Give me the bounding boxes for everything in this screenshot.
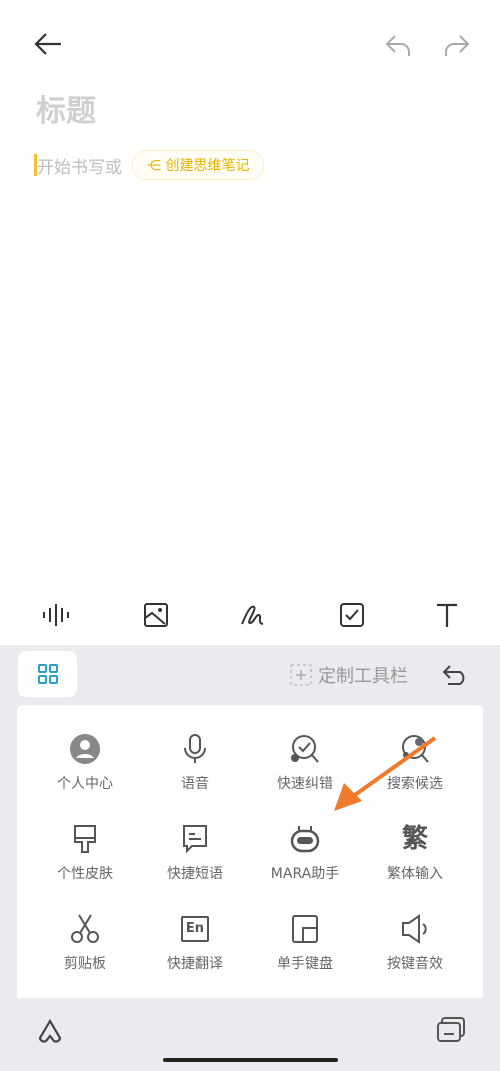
brand-logo-icon <box>38 1018 62 1043</box>
redo-button[interactable] <box>442 34 470 58</box>
keyboard-switch-icon <box>437 1017 465 1042</box>
toolbox-item-label: 个人中心 <box>57 776 113 792</box>
toolbox-item[interactable]: 个人中心 <box>30 733 140 793</box>
home-indicator[interactable] <box>163 1058 338 1062</box>
user-icon <box>70 734 100 764</box>
keyboard-back-button[interactable] <box>442 664 470 686</box>
undo-button[interactable] <box>385 34 413 58</box>
annotation-arrow <box>334 736 437 811</box>
toolbox-item-label: 语音 <box>181 776 209 792</box>
return-icon <box>442 665 465 685</box>
undo-icon <box>385 35 410 56</box>
text-format-icon <box>437 603 457 627</box>
key-sound-icon <box>402 914 427 944</box>
title-input[interactable]: 标题 <box>36 86 96 130</box>
toolbox-item[interactable]: 单手键盘 <box>250 913 360 973</box>
handwriting-button[interactable] <box>239 602 269 628</box>
toolbox-item-label: 单手键盘 <box>277 956 333 972</box>
one-hand-keyboard-icon <box>292 915 318 943</box>
mindmap-chip-label: 创建思维笔记 <box>165 158 250 174</box>
skin-brush-icon <box>74 825 96 853</box>
toolbox-item-label: 快捷翻译 <box>167 956 223 972</box>
toolbox-item[interactable]: MARA助手 <box>250 823 360 883</box>
traditional-chinese-icon: 繁 <box>401 824 428 854</box>
toolbox-item[interactable]: En 快捷翻译 <box>140 913 250 973</box>
voice-wave-icon <box>43 604 69 626</box>
toolbox-item-label: MARA助手 <box>270 866 340 882</box>
toolbox-item[interactable]: 快捷短语 <box>140 823 250 883</box>
mindmap-chip[interactable]: ⋲ 创建思维笔记 <box>132 150 265 180</box>
redo-icon <box>445 35 470 56</box>
image-icon <box>144 603 168 627</box>
toolbox-item[interactable]: 个性皮肤 <box>30 823 140 883</box>
voice-button[interactable] <box>41 603 73 627</box>
checkbox-icon <box>340 603 364 627</box>
handwriting-icon <box>241 605 264 625</box>
grid-icon <box>37 664 58 684</box>
toolbox-item-label: 按键音效 <box>387 956 443 972</box>
editor-toolbar <box>0 585 500 645</box>
scissors-icon <box>71 914 99 943</box>
customize-toolbar-button[interactable]: 定制工具栏 <box>290 662 408 688</box>
toolbox-item-label: 繁体输入 <box>387 866 443 882</box>
image-button[interactable] <box>143 602 169 628</box>
toolbox-item-label: 快捷短语 <box>167 866 223 882</box>
switch-keyboard-button[interactable] <box>436 1016 466 1044</box>
customize-label: 定制工具栏 <box>318 666 408 687</box>
checklist-button[interactable] <box>339 602 365 628</box>
dashed-plus-icon <box>290 664 312 686</box>
text-format-button[interactable] <box>435 602 459 628</box>
body-input[interactable]: 开始书写或 ⋲ 创建思维笔记 <box>34 150 265 180</box>
toolbox-item[interactable]: 按键音效 <box>360 913 470 973</box>
brand-logo-button[interactable] <box>36 1018 64 1044</box>
body-placeholder: 开始书写或 <box>37 157 122 178</box>
toolbox-tab[interactable] <box>18 651 77 697</box>
quick-correct-icon <box>291 735 319 763</box>
toolbox-item[interactable]: 繁繁体输入 <box>360 823 470 883</box>
back-arrow-icon <box>34 33 61 55</box>
mara-assistant-icon <box>290 826 320 853</box>
back-button[interactable] <box>33 32 63 56</box>
toolbox-item-label: 剪贴板 <box>64 956 106 972</box>
toolbox-item[interactable]: 剪贴板 <box>30 913 140 973</box>
toolbox-item-label: 快速纠错 <box>277 776 333 792</box>
phrase-icon <box>183 825 207 854</box>
toolbox-item[interactable]: 语音 <box>140 733 250 793</box>
microphone-icon <box>184 734 206 763</box>
toolbox-item-label: 个性皮肤 <box>57 866 113 882</box>
translate-icon: En <box>180 916 210 942</box>
